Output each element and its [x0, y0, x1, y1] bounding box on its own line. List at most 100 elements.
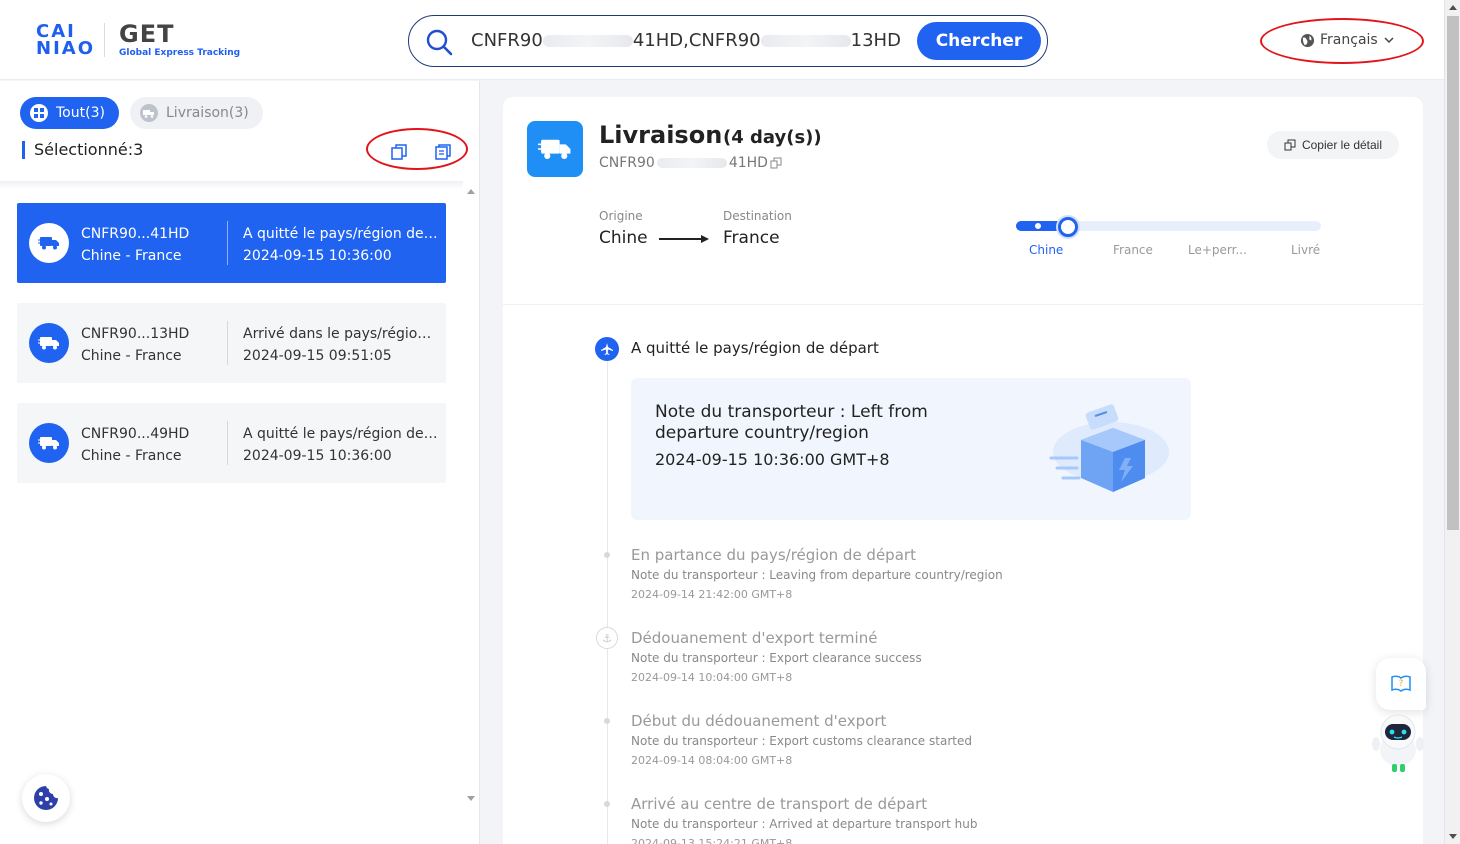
card-divider	[227, 221, 228, 265]
stage-label: France	[1113, 243, 1153, 257]
shipment-route: Chine - France	[81, 448, 182, 464]
tab-all[interactable]: Tout(3)	[20, 97, 119, 129]
logo-subtitle: Global Express Tracking	[119, 48, 241, 58]
timeline-event: Dédouanement d'export terminé Note du tr…	[631, 628, 922, 687]
detail-title: Livraison	[599, 121, 723, 149]
shipment-list: CNFR90...41HD Chine - France A quitté le…	[17, 203, 446, 503]
timeline-dot	[604, 801, 610, 807]
shipment-number: CNFR90...41HD	[81, 226, 190, 242]
redacted-digits	[760, 35, 851, 47]
event-note: Note du transporteur : Export clearance …	[631, 651, 922, 665]
shipment-time: 2024-09-15 10:36:00	[243, 448, 392, 464]
event-time: 2024-09-14 10:04:00 GMT+8	[631, 671, 793, 684]
shipment-number: CNFR90...49HD	[81, 426, 190, 442]
redacted-digits	[542, 35, 633, 47]
current-event-note: Note du transporteur : Left from departu…	[655, 402, 928, 443]
current-event-card: Note du transporteur : Left from departu…	[631, 378, 1191, 520]
shipment-route: Chine - France	[81, 248, 182, 264]
shipment-card[interactable]: CNFR90...13HD Chine - France Arrivé dans…	[17, 303, 446, 383]
current-event-time: 2024-09-15 10:36:00 GMT+8	[655, 450, 890, 469]
event-time: 2024-09-14 08:04:00 GMT+8	[631, 754, 793, 767]
scroll-down-arrow[interactable]	[1449, 834, 1457, 839]
copy-detail-label: Copier le détail	[1301, 138, 1383, 152]
cookie-settings-button[interactable]	[22, 774, 70, 822]
shipment-card[interactable]: CNFR90...49HD Chine - France A quitté le…	[17, 403, 446, 483]
header-bar: CAI NIAO GET Global Express Tracking CNF…	[0, 0, 1444, 80]
origin-label: Origine	[599, 209, 643, 223]
tracking-search-box[interactable]: CNFR90 41HD,CNFR90 13HD Chercher	[408, 15, 1048, 67]
cookie-icon	[34, 786, 58, 810]
shipment-card[interactable]: CNFR90...41HD Chine - France A quitté le…	[17, 203, 446, 283]
scroll-down-arrow[interactable]	[467, 796, 475, 801]
shipment-list-panel: Tout(3) Livraison(3) Sélectionné:3 CNFR9…	[0, 81, 480, 844]
language-selector[interactable]: Français	[1300, 32, 1395, 48]
copy-detail-button[interactable]: Copier le détail	[1267, 131, 1399, 159]
event-title: Début du dédouanement d'export	[631, 712, 887, 730]
transit-days: (4 day(s))	[723, 127, 822, 148]
stage-label: Livré	[1291, 243, 1321, 257]
event-note: Note du transporteur : Export customs cl…	[631, 734, 972, 748]
search-text-part3: 13HD	[850, 30, 901, 51]
origin-value: Chine	[599, 228, 648, 248]
selected-count: Sélectionné:3	[22, 141, 143, 159]
timeline-line	[607, 361, 608, 844]
scroll-up-arrow[interactable]	[467, 189, 475, 194]
scrollbar-thumb[interactable]	[1447, 16, 1459, 530]
assistant-robot-icon[interactable]	[1368, 710, 1428, 774]
copy-icon[interactable]	[770, 157, 782, 169]
truck-icon	[527, 121, 583, 177]
current-event-title: A quitté le pays/région de départ	[631, 339, 879, 357]
timeline-dot	[604, 552, 610, 558]
timeline-event: Arrivé au centre de transport de départ …	[631, 794, 977, 844]
timeline-dot	[604, 718, 610, 724]
search-icon	[426, 29, 453, 56]
shipment-route: Chine - France	[81, 348, 182, 364]
copy-all-icon[interactable]	[434, 143, 452, 161]
redacted-digits	[656, 158, 727, 168]
scroll-up-arrow[interactable]	[1449, 5, 1457, 10]
help-book-icon: ?	[1391, 675, 1411, 692]
stage-label: Chine	[1029, 243, 1064, 257]
event-note: Note du transporteur : Leaving from depa…	[631, 568, 1003, 582]
stage-label: Le+perr...	[1188, 243, 1247, 257]
timeline-event: Début du dédouanement d'export Note du t…	[631, 711, 972, 770]
shipment-status: A quitté le pays/région de départ	[243, 426, 439, 442]
tracking-number-prefix: CNFR90	[599, 155, 655, 171]
plane-icon	[595, 337, 619, 361]
list-scrollbar[interactable]	[463, 181, 479, 801]
globe-icon	[1300, 33, 1315, 47]
tab-delivery[interactable]: Livraison(3)	[130, 97, 263, 129]
event-time: 2024-09-13 15:24:21 GMT+8	[631, 837, 793, 844]
search-input[interactable]: CNFR90 41HD,CNFR90 13HD	[471, 30, 911, 51]
destination-value: France	[723, 228, 780, 248]
toolbar-shadow	[0, 181, 463, 189]
truck-icon	[29, 323, 69, 363]
card-divider	[227, 421, 228, 465]
svg-text:?: ?	[1399, 679, 1404, 689]
tab-delivery-label: Livraison(3)	[166, 105, 249, 121]
help-button[interactable]: ?	[1376, 658, 1426, 710]
copy-icon	[1284, 139, 1296, 151]
page-scrollbar[interactable]	[1444, 0, 1460, 844]
tracking-number-suffix: 41HD	[728, 155, 768, 171]
search-text-part2: 41HD,CNFR90	[632, 30, 761, 51]
search-button[interactable]: Chercher	[917, 22, 1041, 60]
search-text-part1: CNFR90	[471, 30, 543, 51]
card-divider	[227, 321, 228, 365]
parcel-box-illustration	[1049, 404, 1169, 492]
progress-start-dot	[1034, 222, 1042, 230]
event-title: Arrivé au centre de transport de départ	[631, 795, 928, 813]
chevron-down-icon	[1384, 37, 1394, 44]
cainiao-logo[interactable]: CAI NIAO GET Global Express Tracking	[36, 22, 240, 58]
event-note: Note du transporteur : Arrived at depart…	[631, 817, 978, 831]
tab-all-label: Tout(3)	[56, 105, 105, 121]
shipment-time: 2024-09-15 10:36:00	[243, 248, 392, 264]
truck-icon	[29, 423, 69, 463]
shipment-time: 2024-09-15 09:51:05	[243, 348, 392, 364]
logo-mark: CAI NIAO	[36, 21, 95, 59]
event-title: Dédouanement d'export terminé	[631, 629, 878, 647]
shipment-detail-panel: Livraison (4 day(s)) CNFR90 41HD Copier …	[503, 97, 1423, 844]
shipment-status: A quitté le pays/région de départ	[243, 226, 439, 242]
copy-icon[interactable]	[390, 143, 408, 161]
grid-icon	[30, 104, 48, 122]
